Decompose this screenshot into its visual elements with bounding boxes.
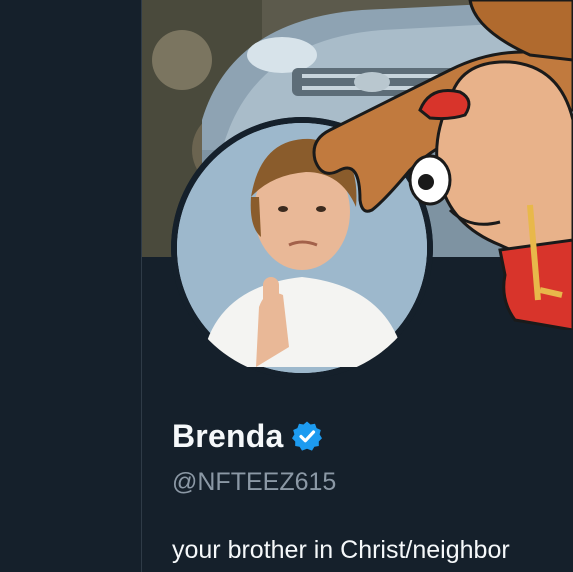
verified-badge-icon[interactable] [291, 420, 323, 452]
profile-bio: your brother in Christ/neighbor [172, 536, 510, 564]
profile-avatar[interactable] [171, 117, 433, 379]
profile-handle: @NFTEEZ615 [172, 468, 337, 496]
profile-name-row: Brenda [172, 416, 323, 456]
left-sidebar-area [0, 0, 141, 572]
profile-display-name: Brenda [172, 417, 284, 454]
